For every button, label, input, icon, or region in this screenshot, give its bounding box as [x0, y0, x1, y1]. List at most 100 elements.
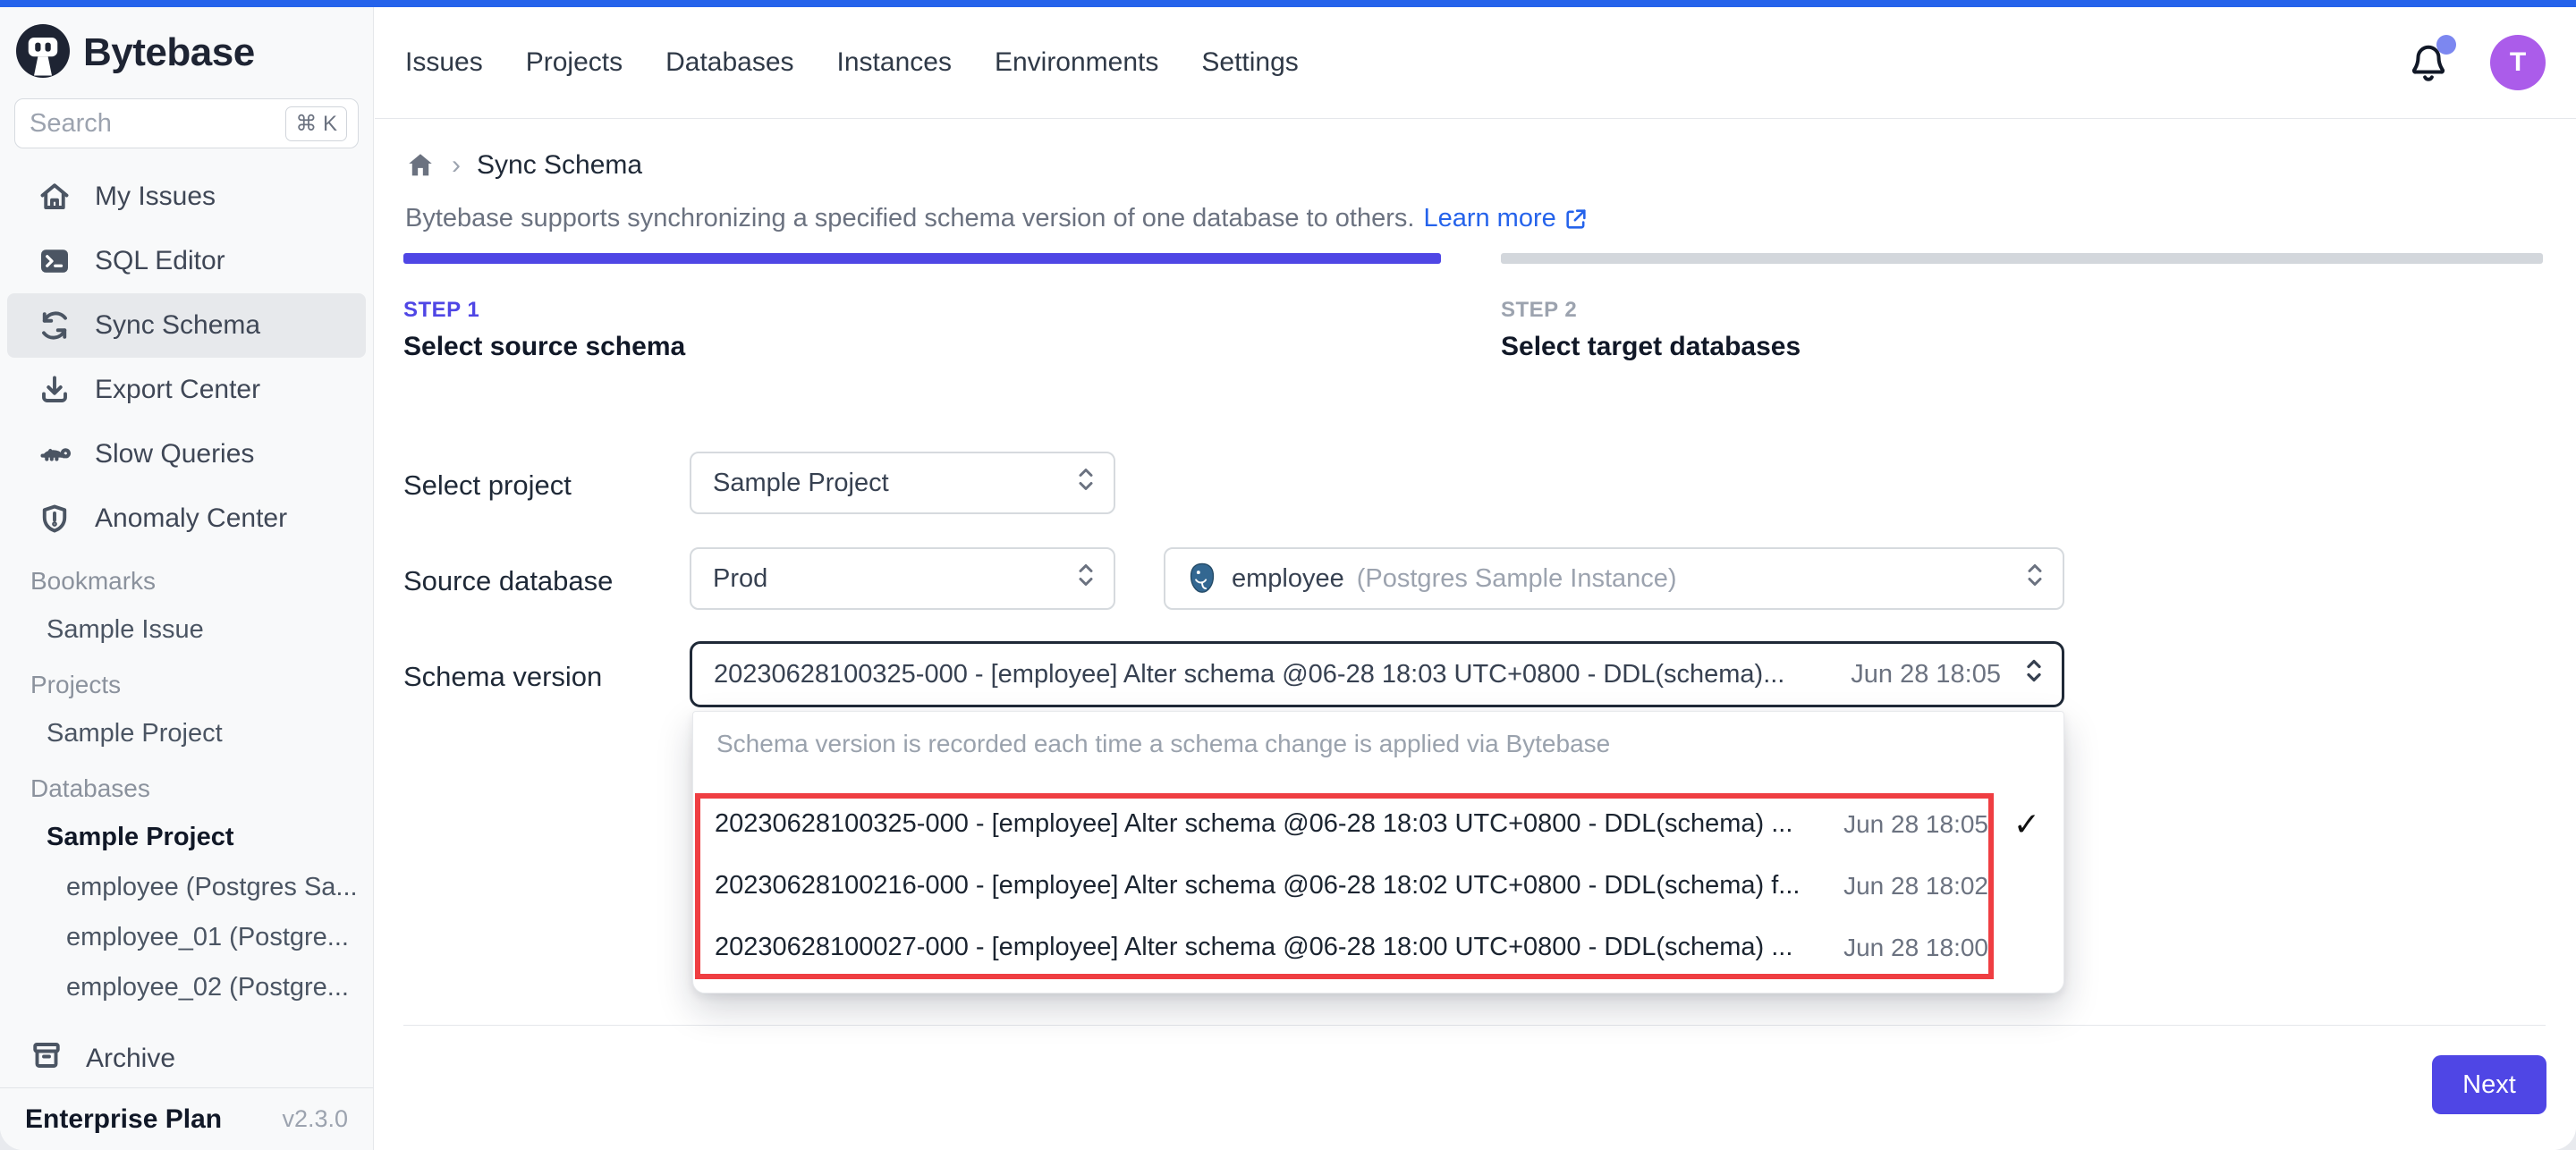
- check-icon: ✓: [2013, 806, 2040, 843]
- sidebar-item-slow-queries[interactable]: Slow Queries: [7, 422, 366, 486]
- instance-hint: (Postgres Sample Instance): [1357, 564, 1677, 593]
- sidebar-item-label: Slow Queries: [95, 439, 254, 469]
- page-description: Bytebase supports synchronizing a specif…: [405, 204, 1589, 233]
- avatar[interactable]: T: [2490, 35, 2546, 90]
- schema-version-time: Jun 28 18:05: [1851, 660, 2001, 689]
- environment-select[interactable]: Prod: [690, 547, 1115, 610]
- option-text: 20230628100027-000 - [employee] Alter sc…: [715, 933, 1829, 962]
- sidebar-item-anomaly-center[interactable]: Anomaly Center: [7, 486, 366, 551]
- sidebar-item-label: Archive: [86, 1044, 175, 1074]
- chevron-updown-icon: [1074, 562, 1097, 596]
- schema-version-label: Schema version: [403, 661, 602, 693]
- breadcrumb-home-icon[interactable]: [405, 150, 436, 181]
- option-time: Jun 28 18:05: [1843, 810, 1988, 839]
- bytebase-logo-icon: [16, 24, 70, 82]
- breadcrumb: › Sync Schema: [405, 150, 642, 181]
- sidebar-item-my-issues[interactable]: My Issues: [7, 165, 366, 229]
- shield-alert-icon: [38, 502, 72, 536]
- sidebar: Bytebase ⌘ K My Issues SQL Editor: [0, 7, 374, 1150]
- sidebar-nav: My Issues SQL Editor Sync Schema Export …: [0, 165, 373, 1030]
- schema-version-dropdown: Schema version is recorded each time a s…: [692, 711, 2064, 994]
- nav-instances[interactable]: Instances: [837, 47, 952, 78]
- project-select[interactable]: Sample Project: [690, 452, 1115, 514]
- step2-title: Select target databases: [1501, 332, 1801, 362]
- brand-logo[interactable]: Bytebase: [0, 7, 373, 98]
- sidebar-item-label: SQL Editor: [95, 246, 225, 276]
- main-area: Issues Projects Databases Instances Envi…: [375, 7, 2576, 1150]
- nav-databases[interactable]: Databases: [665, 47, 793, 78]
- dropdown-options: 20230628100325-000 - [employee] Alter sc…: [693, 793, 2063, 978]
- sidebar-item-sample-issue[interactable]: Sample Issue: [0, 605, 373, 655]
- terminal-icon: [38, 244, 72, 278]
- sidebar-item-export-center[interactable]: Export Center: [7, 358, 366, 422]
- sidebar-item-archive[interactable]: Archive: [0, 1030, 373, 1087]
- postgres-icon: [1187, 562, 1217, 595]
- sidebar-item-db-sample-project[interactable]: Sample Project: [0, 812, 373, 862]
- source-database-label: Source database: [403, 565, 613, 597]
- top-header: Issues Projects Databases Instances Envi…: [375, 7, 2576, 119]
- sidebar-item-db-employee-02[interactable]: employee_02 (Postgre...: [0, 962, 373, 1012]
- download-icon: [38, 373, 72, 407]
- brand-name: Bytebase: [83, 30, 255, 75]
- step2-progress-bar: [1501, 253, 2543, 264]
- external-link-icon: [1563, 207, 1589, 232]
- step2-label: STEP 2: [1501, 298, 1577, 323]
- schema-version-option-3[interactable]: 20230628100027-000 - [employee] Alter sc…: [693, 917, 2063, 978]
- learn-more-link[interactable]: Learn more: [1423, 204, 1588, 233]
- search-box[interactable]: ⌘ K: [14, 98, 359, 148]
- sidebar-item-sync-schema[interactable]: Sync Schema: [7, 293, 366, 358]
- sidebar-item-label: Sync Schema: [95, 310, 260, 341]
- home-icon: [38, 180, 72, 214]
- sidebar-item-sample-project[interactable]: Sample Project: [0, 708, 373, 758]
- schema-version-value: 20230628100325-000 - [employee] Alter sc…: [714, 660, 1835, 689]
- top-nav: Issues Projects Databases Instances Envi…: [405, 47, 1299, 78]
- nav-environments[interactable]: Environments: [995, 47, 1158, 78]
- description-text: Bytebase supports synchronizing a specif…: [405, 204, 1414, 233]
- nav-issues[interactable]: Issues: [405, 47, 483, 78]
- plan-footer[interactable]: Enterprise Plan v2.3.0: [0, 1087, 373, 1150]
- turtle-icon: [38, 437, 72, 471]
- nav-settings[interactable]: Settings: [1201, 47, 1298, 78]
- top-accent-bar: [0, 0, 2576, 7]
- option-time: Jun 28 18:00: [1843, 934, 1988, 962]
- select-project-label: Select project: [403, 469, 572, 502]
- step1-label: STEP 1: [403, 298, 479, 323]
- environment-select-value: Prod: [713, 564, 1062, 594]
- breadcrumb-page: Sync Schema: [477, 150, 642, 181]
- option-text: 20230628100325-000 - [employee] Alter sc…: [715, 809, 1829, 839]
- search-shortcut-kbd: ⌘ K: [285, 106, 347, 141]
- sidebar-section-projects: Projects: [0, 655, 373, 708]
- schema-version-option-2[interactable]: 20230628100216-000 - [employee] Alter sc…: [693, 855, 2063, 917]
- plan-name: Enterprise Plan: [25, 1104, 222, 1135]
- step1-title: Select source schema: [403, 332, 685, 362]
- chevron-updown-icon: [2022, 657, 2046, 691]
- step1-progress-bar: [403, 253, 1441, 264]
- schema-version-option-1[interactable]: 20230628100325-000 - [employee] Alter sc…: [693, 793, 2063, 855]
- sidebar-item-label: Anomaly Center: [95, 503, 287, 534]
- sidebar-item-label: My Issues: [95, 182, 216, 212]
- notification-dot: [2436, 35, 2456, 55]
- database-select-value: employee: [1232, 564, 1344, 593]
- schema-version-select[interactable]: 20230628100325-000 - [employee] Alter sc…: [690, 641, 2064, 707]
- nav-projects[interactable]: Projects: [526, 47, 623, 78]
- project-select-value: Sample Project: [713, 469, 1062, 498]
- bottom-divider: [403, 1025, 2546, 1026]
- app-window: Bytebase ⌘ K My Issues SQL Editor: [0, 0, 2576, 1150]
- sidebar-item-db-employee-01[interactable]: employee_01 (Postgre...: [0, 912, 373, 962]
- database-select[interactable]: employee (Postgres Sample Instance): [1164, 547, 2064, 610]
- notifications-button[interactable]: [2408, 42, 2449, 83]
- dropdown-hint: Schema version is recorded each time a s…: [693, 712, 2063, 758]
- chevron-updown-icon: [1074, 466, 1097, 500]
- next-button[interactable]: Next: [2432, 1055, 2546, 1114]
- option-time: Jun 28 18:02: [1843, 872, 1988, 901]
- chevron-updown-icon: [2023, 562, 2046, 596]
- search-input[interactable]: [30, 109, 285, 139]
- sidebar-section-databases: Databases: [0, 758, 373, 812]
- archive-icon: [30, 1039, 63, 1078]
- sidebar-item-db-employee[interactable]: employee (Postgres Sa...: [0, 862, 373, 912]
- sidebar-section-bookmarks: Bookmarks: [0, 551, 373, 605]
- sidebar-item-label: Export Center: [95, 375, 260, 405]
- chevron-right-icon: ›: [452, 150, 461, 181]
- page-content: › Sync Schema Bytebase supports synchron…: [375, 119, 2576, 1150]
- sidebar-item-sql-editor[interactable]: SQL Editor: [7, 229, 366, 293]
